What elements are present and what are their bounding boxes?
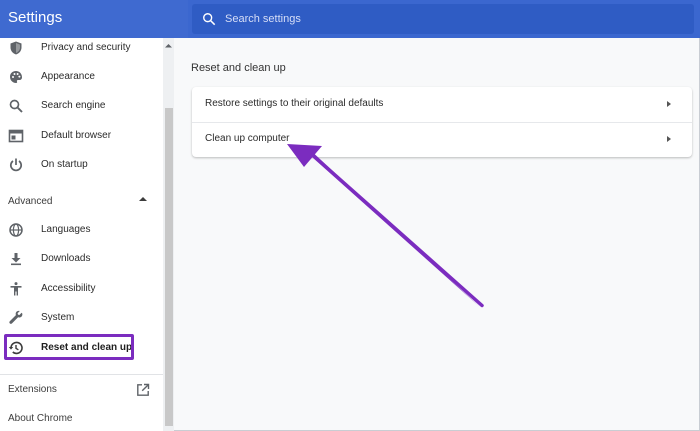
row-label: Clean up computer [205,133,290,144]
search-box[interactable] [192,4,694,34]
sidebar-item-accessibility[interactable]: Accessibility [0,277,160,303]
restore-defaults-row[interactable]: Restore settings to their original defau… [192,87,692,122]
sidebar-item-search-engine[interactable]: Search engine [0,94,160,120]
accessibility-icon [10,282,22,296]
browser-icon [8,129,24,143]
chevron-right-icon [667,136,671,142]
power-icon [9,158,23,172]
scrollbar-thumb[interactable] [165,108,173,426]
sidebar-item-downloads[interactable]: Downloads [0,247,160,273]
sidebar-item-label: Default browser [41,130,112,141]
sidebar-item-appearance[interactable]: Appearance [0,65,160,91]
palette-icon [10,71,22,83]
sidebar-item-privacy[interactable]: Privacy and security [0,36,160,62]
header-title-area: Settings [0,0,188,38]
sidebar-divider [0,374,163,375]
chevron-right-icon [667,101,671,107]
shield-icon [10,41,22,55]
download-icon [11,253,21,266]
open-in-new-icon[interactable] [136,383,150,397]
sidebar-item-system[interactable]: System [0,306,160,332]
about-chrome-link[interactable]: About Chrome [8,413,72,424]
sidebar-item-label: Appearance [41,71,95,82]
clean-up-computer-row[interactable]: Clean up computer [192,122,692,157]
sidebar-item-label: Privacy and security [41,42,131,53]
extensions-link[interactable]: Extensions [8,384,57,395]
annotation-highlight-box [4,334,134,360]
sidebar-item-label: Accessibility [41,283,96,294]
scroll-up-arrow-icon[interactable] [163,40,174,52]
search-icon [9,99,23,113]
sidebar-item-label: System [41,312,75,323]
sidebar: Privacy and security Appearance Search e… [0,38,163,431]
sidebar-item-languages[interactable]: Languages [0,218,160,244]
sidebar-item-label: Downloads [41,253,91,264]
globe-icon [9,223,23,237]
top-bar: Settings [0,0,700,38]
advanced-section-label[interactable]: Advanced [8,196,52,207]
sidebar-item-default-browser[interactable]: Default browser [0,124,160,150]
sidebar-item-label: Languages [41,224,91,235]
section-title: Reset and clean up [191,62,286,74]
search-icon [203,13,216,26]
search-input[interactable] [225,11,665,27]
reset-card: Restore settings to their original defau… [192,87,692,157]
wrench-icon [9,310,23,324]
sidebar-item-on-startup[interactable]: On startup [0,153,160,179]
chevron-up-icon[interactable] [139,197,147,201]
sidebar-item-label: On startup [41,159,88,170]
app-title: Settings [8,9,63,26]
sidebar-item-label: Search engine [41,100,106,111]
row-label: Restore settings to their original defau… [205,98,384,109]
